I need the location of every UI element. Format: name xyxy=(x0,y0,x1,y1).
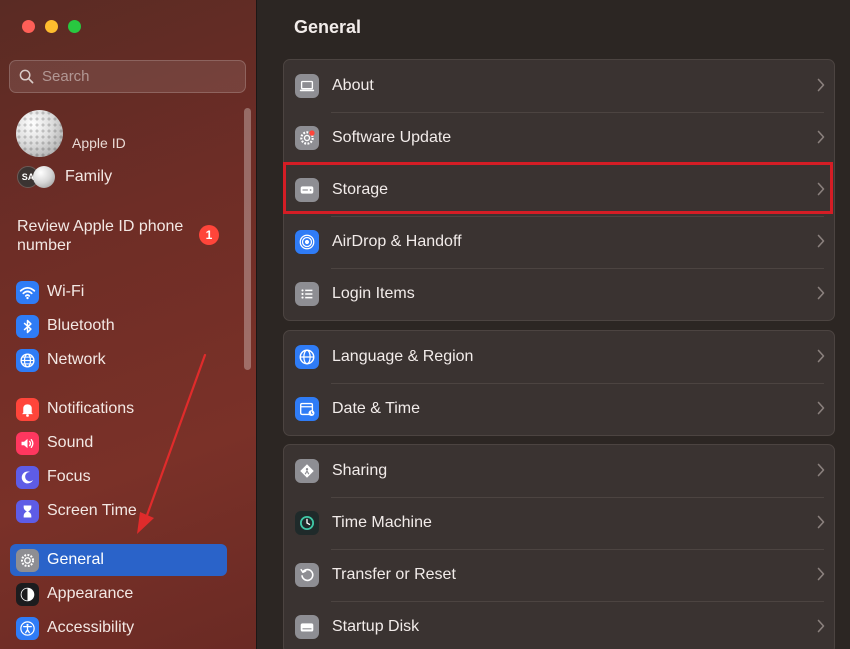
row-language-region[interactable]: Language & Region xyxy=(284,331,834,383)
search-input[interactable] xyxy=(42,68,222,85)
sidebar-item-label: General xyxy=(47,551,104,568)
close-button[interactable] xyxy=(22,20,35,33)
avatar xyxy=(16,110,63,157)
row-label: Date & Time xyxy=(332,400,421,417)
notification-badge: 1 xyxy=(199,225,219,245)
disk-icon xyxy=(295,615,319,639)
drive-icon xyxy=(295,178,319,202)
row-label: Storage xyxy=(332,181,389,198)
page-title: General xyxy=(294,17,362,37)
appearance-icon xyxy=(16,582,39,606)
family-avatar xyxy=(33,166,55,188)
family-label: Family xyxy=(65,168,113,185)
review-label: Review Apple ID phone number xyxy=(17,218,184,254)
chevron-right-icon xyxy=(817,234,825,248)
globe-icon xyxy=(295,345,319,369)
chevron-right-icon xyxy=(817,286,825,300)
row-label: AirDrop & Handoff xyxy=(332,233,462,250)
apple-id-item[interactable]: Apple ID xyxy=(16,110,126,157)
row-label: About xyxy=(332,77,374,94)
moon-icon xyxy=(16,465,39,489)
chevron-right-icon xyxy=(817,463,825,477)
sidebar-item-notifications[interactable]: Notifications xyxy=(10,393,227,425)
calendar-clock-icon xyxy=(295,397,319,421)
chevron-right-icon xyxy=(817,401,825,415)
row-storage[interactable]: Storage xyxy=(284,164,834,216)
row-label: Transfer or Reset xyxy=(332,566,456,583)
settings-group-system: About Software Update Storage AirDrop & … xyxy=(283,59,835,321)
review-apple-id-item[interactable]: Review Apple ID phone number 1 xyxy=(17,217,227,255)
laptop-icon xyxy=(295,74,319,98)
chevron-right-icon xyxy=(817,349,825,363)
row-about[interactable]: About xyxy=(284,60,834,112)
sidebar-item-label: Wi-Fi xyxy=(47,283,85,300)
sidebar-item-label: Notifications xyxy=(47,400,135,417)
row-label: Time Machine xyxy=(332,514,432,531)
sidebar-item-label: Appearance xyxy=(47,585,134,602)
accessibility-icon xyxy=(16,616,39,640)
sidebar: Apple ID SA Family Review Apple ID phone… xyxy=(0,0,257,649)
bell-icon xyxy=(16,397,39,421)
sidebar-item-accessibility[interactable]: Accessibility xyxy=(10,612,227,644)
time-machine-icon xyxy=(295,511,319,535)
sidebar-item-sound[interactable]: Sound xyxy=(10,427,227,459)
sidebar-item-network[interactable]: Network xyxy=(10,344,227,376)
sidebar-item-label: Accessibility xyxy=(47,619,135,636)
chevron-right-icon xyxy=(817,515,825,529)
chevron-right-icon xyxy=(817,130,825,144)
sharing-icon xyxy=(295,459,319,483)
list-icon xyxy=(295,282,319,306)
sidebar-item-general[interactable]: General xyxy=(10,544,227,576)
zoom-button[interactable] xyxy=(68,20,81,33)
bluetooth-icon xyxy=(16,314,39,338)
row-software-update[interactable]: Software Update xyxy=(284,112,834,164)
chevron-right-icon xyxy=(817,78,825,92)
row-label: Startup Disk xyxy=(332,618,420,635)
chevron-right-icon xyxy=(817,182,825,196)
apple-id-label: Apple ID xyxy=(72,134,126,151)
minimize-button[interactable] xyxy=(45,20,58,33)
sidebar-item-wifi[interactable]: Wi-Fi xyxy=(10,276,227,308)
family-item[interactable]: SA Family xyxy=(17,166,112,188)
row-label: Login Items xyxy=(332,285,415,302)
globe-icon xyxy=(16,348,39,372)
row-label: Sharing xyxy=(332,462,388,479)
row-date-time[interactable]: Date & Time xyxy=(284,383,834,435)
row-label: Software Update xyxy=(332,129,452,146)
row-time-machine[interactable]: Time Machine xyxy=(284,497,834,549)
settings-group-locale: Language & Region Date & Time xyxy=(283,330,835,436)
row-label: Language & Region xyxy=(332,348,474,365)
sidebar-item-appearance[interactable]: Appearance xyxy=(10,578,227,610)
hourglass-icon xyxy=(16,499,39,523)
airdrop-icon xyxy=(295,230,319,254)
main-pane: General About Software Update Storage Ai… xyxy=(258,0,850,649)
row-sharing[interactable]: Sharing xyxy=(284,445,834,497)
reset-icon xyxy=(295,563,319,587)
row-login-items[interactable]: Login Items xyxy=(284,268,834,320)
settings-group-sharing: Sharing Time Machine Transfer or Reset S… xyxy=(283,444,835,649)
sidebar-scrollbar[interactable] xyxy=(244,108,251,370)
sidebar-item-label: Network xyxy=(47,351,106,368)
gear-icon xyxy=(16,548,39,572)
row-startup-disk[interactable]: Startup Disk xyxy=(284,601,834,649)
chevron-right-icon xyxy=(817,567,825,581)
gear-badge-icon xyxy=(295,126,319,150)
search-icon xyxy=(19,69,34,84)
sidebar-item-focus[interactable]: Focus xyxy=(10,461,227,493)
sidebar-item-label: Screen Time xyxy=(47,502,137,519)
window-controls xyxy=(22,20,81,33)
sidebar-item-label: Bluetooth xyxy=(47,317,115,334)
speaker-icon xyxy=(16,431,39,455)
sidebar-item-label: Sound xyxy=(47,434,94,451)
sidebar-item-label: Focus xyxy=(47,468,91,485)
wifi-icon xyxy=(16,280,39,304)
chevron-right-icon xyxy=(817,619,825,633)
search-field[interactable] xyxy=(9,60,246,93)
row-transfer-reset[interactable]: Transfer or Reset xyxy=(284,549,834,601)
sidebar-item-screen-time[interactable]: Screen Time xyxy=(10,495,227,527)
row-airdrop-handoff[interactable]: AirDrop & Handoff xyxy=(284,216,834,268)
sidebar-item-bluetooth[interactable]: Bluetooth xyxy=(10,310,227,342)
